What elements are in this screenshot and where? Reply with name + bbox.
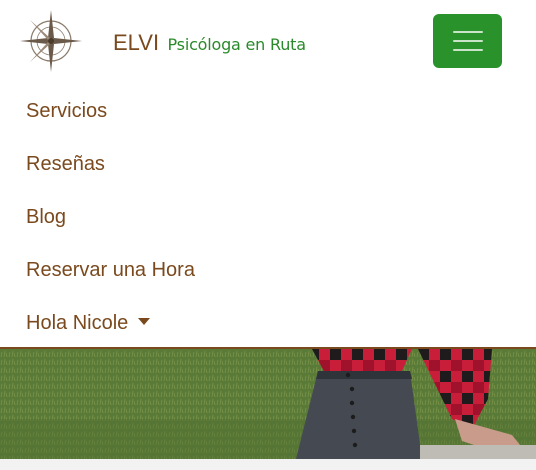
nav-item-blog[interactable]: Blog xyxy=(0,191,536,244)
menu-toggle-button[interactable] xyxy=(433,14,502,68)
nav-item-label: Reservar una Hora xyxy=(26,259,195,281)
brand[interactable]: ELVI Psicóloga en Ruta xyxy=(113,30,306,56)
nav-item-resenas[interactable]: Reseñas xyxy=(0,138,536,191)
page-background-strip xyxy=(0,459,536,470)
nav-item-label: Blog xyxy=(26,206,67,228)
hamburger-menu-icon xyxy=(452,31,483,51)
compass-rose-icon[interactable] xyxy=(18,8,84,74)
nav-item-reservar[interactable]: Reservar una Hora xyxy=(0,244,536,297)
nav-menu: Servicios Reseñas Blog Reservar una Hora… xyxy=(0,85,536,350)
nav-item-label: Servicios xyxy=(26,100,108,122)
brand-tagline: Psicóloga en Ruta xyxy=(167,35,307,54)
nav-item-user-dropdown[interactable]: Hola Nicole xyxy=(0,297,536,350)
nav-item-servicios[interactable]: Servicios xyxy=(0,85,536,138)
caret-down-icon xyxy=(138,318,151,326)
brand-name: ELVI xyxy=(113,30,160,55)
hero-image xyxy=(0,349,536,459)
nav-item-label: Reseñas xyxy=(26,153,105,175)
navbar: ELVI Psicóloga en Ruta Servicios Reseñas… xyxy=(0,0,536,349)
nav-item-label: Hola Nicole xyxy=(26,312,129,334)
